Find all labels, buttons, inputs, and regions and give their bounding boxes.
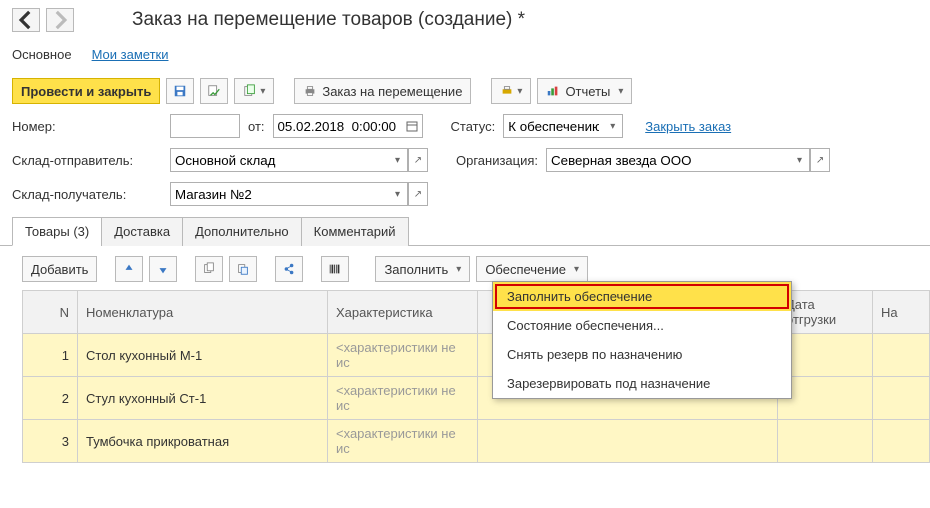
status-select[interactable] [503,114,603,138]
printer-icon [303,84,317,98]
cell-n: 1 [23,334,78,377]
col-nomen[interactable]: Номенклатура [78,291,328,334]
menu-unreserve[interactable]: Снять резерв по назначению [493,340,791,369]
add-row-button[interactable]: Добавить [22,256,97,282]
number-input[interactable] [170,114,240,138]
table-row[interactable]: 1 Стол кухонный М-1 <характеристики не и… [23,334,930,377]
paste-row-button[interactable] [229,256,257,282]
tab-goods[interactable]: Товары (3) [12,217,102,246]
reports-button[interactable]: Отчеты ▾ [537,78,632,104]
col-char[interactable]: Характеристика [328,291,478,334]
nav-forward-button[interactable] [46,8,74,32]
dest-open-button[interactable]: ↗ [408,182,428,206]
source-dropdown-button[interactable]: ▾ [388,148,408,172]
provision-menu: Заполнить обеспечение Состояние обеспече… [492,281,792,399]
move-up-button[interactable] [115,256,143,282]
print-menu-button[interactable]: ▾ [491,78,531,104]
arrow-down-icon [156,262,170,276]
number-label: Номер: [12,119,162,134]
menu-state-provision[interactable]: Состояние обеспечения... [493,311,791,340]
move-down-button[interactable] [149,256,177,282]
arrow-up-icon [122,262,136,276]
barcode-icon [328,262,342,276]
fill-label: Заполнить [384,262,448,277]
org-input[interactable] [546,148,790,172]
table-row[interactable]: 2 Стул кухонный Ст-1 <характеристики не … [23,377,930,420]
top-tab-main[interactable]: Основное [12,44,72,68]
col-n[interactable]: N [23,291,78,334]
top-tab-notes[interactable]: Мои заметки [92,44,169,68]
tab-delivery[interactable]: Доставка [101,217,183,246]
print-order-label: Заказ на перемещение [322,84,462,99]
date-input[interactable] [273,114,403,138]
cell-n: 2 [23,377,78,420]
source-label: Склад-отправитель: [12,153,162,168]
source-input[interactable] [170,148,388,172]
chevron-down-icon: ▾ [517,86,522,97]
org-label: Организация: [456,153,538,168]
share-button[interactable] [275,256,303,282]
col-last[interactable]: На [873,291,930,334]
goods-table: N Номенклатура Характеристика Дата отгру… [22,290,930,463]
cell-nomen: Стул кухонный Ст-1 [78,377,328,420]
copy-row-button[interactable] [195,256,223,282]
post-and-close-button[interactable]: Провести и закрыть [12,78,160,104]
menu-reserve[interactable]: Зарезервировать под назначение [493,369,791,398]
tab-comment[interactable]: Комментарий [301,217,409,246]
status-label: Статус: [451,119,496,134]
status-dropdown-button[interactable]: ▾ [603,114,623,138]
post-button[interactable] [200,78,228,104]
calendar-button[interactable] [403,114,423,138]
print-order-button[interactable]: Заказ на перемещение [294,78,471,104]
arrow-left-icon [13,7,39,33]
cell-char: <характеристики не ис [328,377,478,420]
table-row[interactable]: 3 Тумбочка прикроватная <характеристики … [23,420,930,463]
provision-button[interactable]: Обеспечение ▾ [476,256,588,282]
org-open-button[interactable]: ↗ [810,148,830,172]
close-order-link[interactable]: Закрыть заказ [645,119,731,134]
barcode-button[interactable] [321,256,349,282]
page-title: Заказ на перемещение товаров (создание) … [132,9,525,31]
post-icon [207,84,221,98]
create-based-button[interactable]: ▾ [234,78,274,104]
print-dropdown-icon [500,84,514,98]
cell-char: <характеристики не ис [328,420,478,463]
tab-extra[interactable]: Дополнительно [182,217,302,246]
cell-n: 3 [23,420,78,463]
arrow-right-icon [47,7,73,33]
dest-dropdown-button[interactable]: ▾ [388,182,408,206]
dest-label: Склад-получатель: [12,187,162,202]
org-dropdown-button[interactable]: ▾ [790,148,810,172]
reports-label: Отчеты [565,84,610,99]
fill-button[interactable]: Заполнить ▾ [375,256,470,282]
cell-nomen: Тумбочка прикроватная [78,420,328,463]
paste-icon [236,262,250,276]
copy-sheet-icon [243,84,257,98]
from-label: от: [248,119,265,134]
cell-char: <характеристики не ис [328,334,478,377]
save-button[interactable] [166,78,194,104]
chart-icon [546,84,560,98]
copy-icon [202,262,216,276]
calendar-icon [406,120,418,132]
share-icon [282,262,296,276]
menu-fill-provision[interactable]: Заполнить обеспечение [493,282,791,311]
chevron-down-icon: ▾ [456,264,461,275]
nav-back-button[interactable] [12,8,40,32]
dest-input[interactable] [170,182,388,206]
chevron-down-icon: ▾ [574,264,579,275]
chevron-down-icon: ▾ [618,86,623,97]
provision-label: Обеспечение [485,262,566,277]
chevron-down-icon: ▾ [260,86,265,97]
save-icon [173,84,187,98]
source-open-button[interactable]: ↗ [408,148,428,172]
cell-nomen: Стол кухонный М-1 [78,334,328,377]
